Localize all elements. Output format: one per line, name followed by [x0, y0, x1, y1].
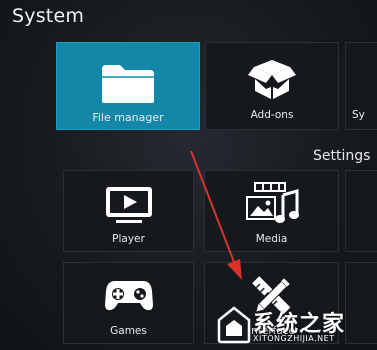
watermark-url: XITONGZHIJIA.NET	[253, 334, 335, 343]
folder-icon	[102, 65, 154, 103]
tile-addons-label: Add-ons	[250, 109, 294, 121]
tile-player-label: Player	[112, 233, 145, 245]
tile-settings-partial[interactable]	[345, 170, 377, 252]
tile-games[interactable]: Games	[63, 262, 194, 344]
tile-addons[interactable]: Add-ons	[205, 42, 339, 130]
house-logo-icon	[217, 306, 251, 344]
play-monitor-icon	[105, 187, 152, 223]
tile-file-manager[interactable]: File manager	[56, 42, 200, 130]
media-icon	[245, 182, 299, 223]
gamepad-icon	[104, 281, 153, 311]
page-title: System	[12, 5, 85, 27]
tile-player[interactable]: Player	[63, 170, 194, 252]
tile-media-label: Media	[255, 233, 288, 245]
watermark: 系统之家 XITONGZHIJIA.NET	[213, 302, 373, 348]
tile-games-label: Games	[110, 325, 147, 337]
tile-media[interactable]: Media	[204, 170, 339, 252]
tile-system-label-partial: Sy	[352, 109, 365, 121]
tile-system-partial[interactable]: Sy	[345, 42, 377, 130]
settings-section-label: Settings	[313, 148, 371, 164]
box-icon	[248, 60, 296, 99]
tile-file-manager-label: File manager	[92, 111, 164, 124]
